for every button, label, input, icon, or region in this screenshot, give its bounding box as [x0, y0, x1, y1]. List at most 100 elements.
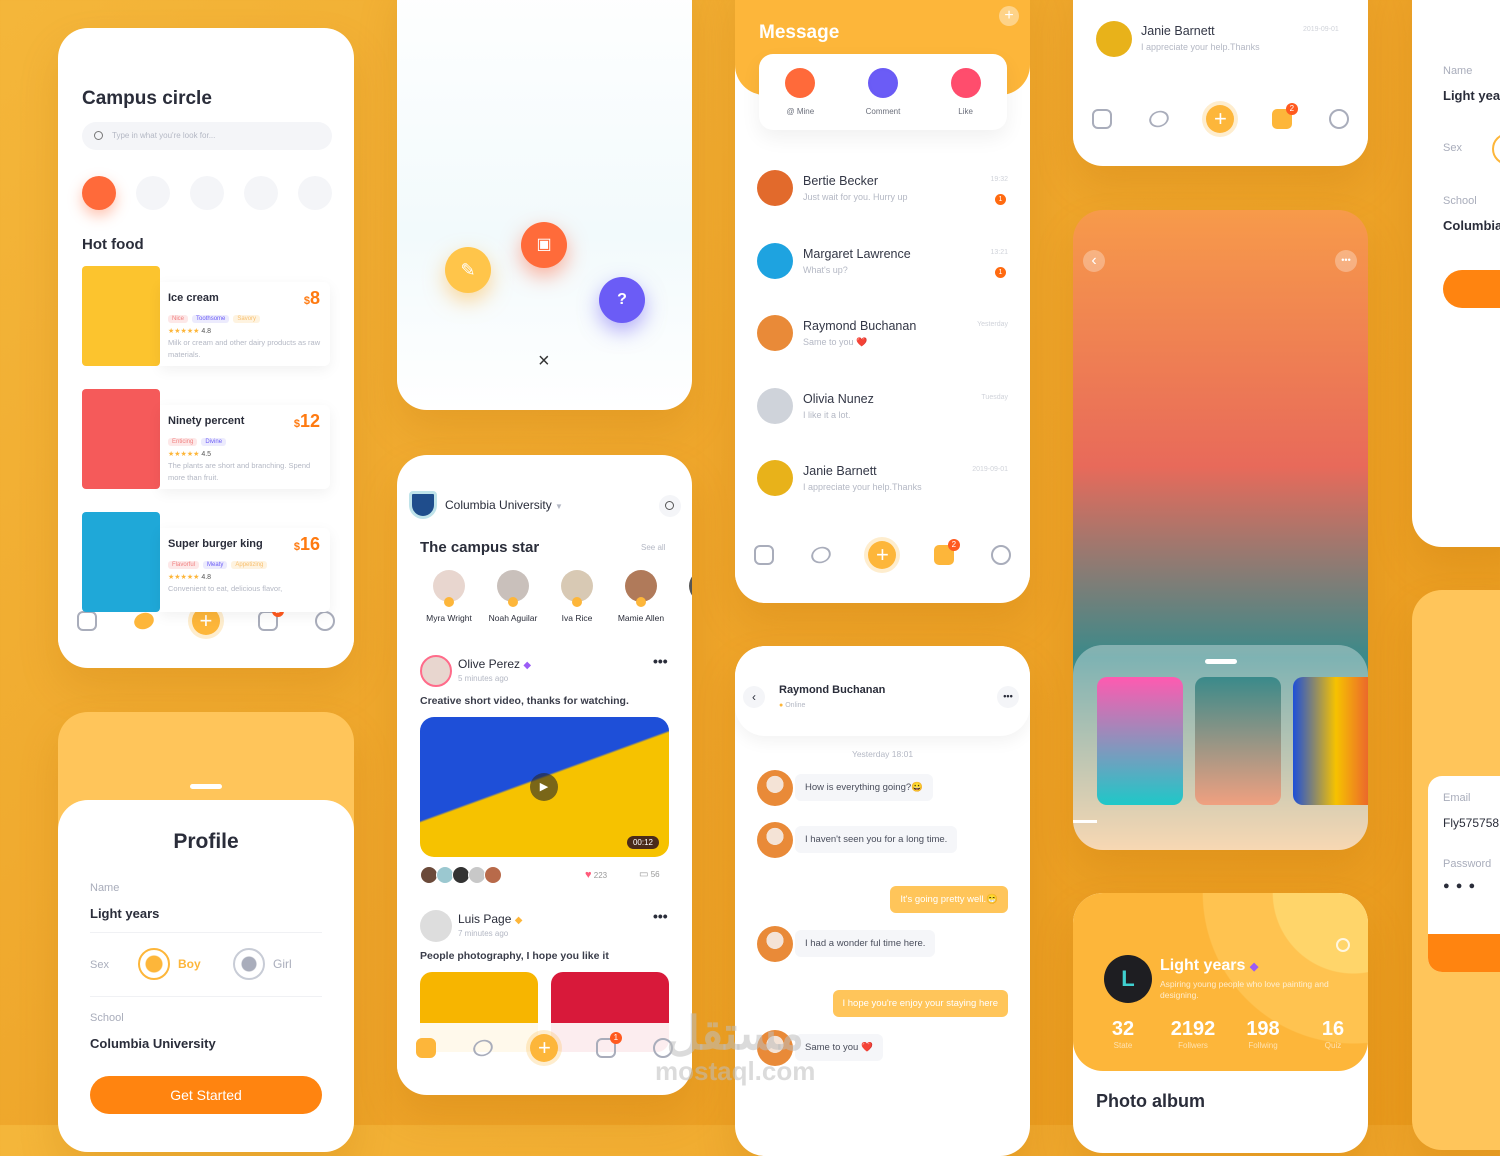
follow-icon[interactable] [636, 597, 646, 607]
campus-star[interactable]: Myra Wright [421, 570, 477, 623]
chat-icon[interactable]: 2 [933, 539, 960, 565]
thumbnail[interactable] [1195, 677, 1281, 805]
campus-star[interactable]: Iva Rice [549, 570, 605, 623]
email-field[interactable]: Fly575758 [1443, 816, 1499, 830]
submit-button[interactable] [1443, 270, 1500, 308]
follow-icon[interactable] [572, 597, 582, 607]
tab-label: @ Mine [786, 107, 815, 116]
divider [90, 932, 322, 933]
stat-quiz[interactable]: 16 Quiz [1303, 1018, 1363, 1050]
planet-icon[interactable] [470, 1037, 496, 1059]
gift-icon[interactable] [244, 176, 278, 210]
contact-name: Raymond Buchanan [803, 319, 917, 333]
name-value[interactable]: Light yea [1443, 88, 1500, 103]
unread-badge: 1 [995, 266, 1006, 278]
tab-like[interactable]: Like [936, 68, 996, 116]
food-item[interactable]: Super burger king $16 Flavorful Meaty Appeti… [82, 512, 330, 612]
profile-icon[interactable] [1329, 109, 1350, 129]
more-button[interactable]: ••• [1335, 250, 1357, 272]
profile-icon[interactable] [991, 545, 1012, 565]
school-label: School [90, 1012, 124, 1024]
profile-icon[interactable] [315, 611, 336, 631]
add-button[interactable]: + [999, 6, 1019, 26]
school-value[interactable]: Columbia [1443, 218, 1500, 233]
sex-option[interactable] [1492, 133, 1500, 165]
food-item[interactable]: Ninety percent $12 Enticing Divine ★★★★★ 4.5… [82, 389, 330, 489]
stat-follwers[interactable]: 2192 Follwers [1163, 1018, 1223, 1050]
chat-icon[interactable]: 2 [1271, 103, 1298, 129]
more-icon[interactable]: ••• [653, 908, 668, 924]
school-selector[interactable]: Columbia University ▼ [445, 498, 563, 512]
search-button[interactable] [659, 495, 681, 517]
stat-state[interactable]: 32 State [1093, 1018, 1153, 1050]
sex-option-girl[interactable]: Girl [233, 948, 292, 980]
settings-icon[interactable] [1336, 938, 1350, 952]
back-button[interactable]: ‹ [1083, 250, 1105, 272]
heart-icon[interactable] [298, 176, 332, 210]
more-button[interactable]: ••• [997, 686, 1019, 708]
bag-icon[interactable] [136, 176, 170, 210]
scroll-indicator[interactable] [1073, 820, 1097, 823]
add-button[interactable]: + [868, 541, 897, 569]
campus-star[interactable]: Ea [677, 570, 692, 623]
add-button[interactable]: + [1206, 105, 1235, 133]
school-label: School [1443, 195, 1477, 207]
home-icon[interactable] [1091, 109, 1112, 129]
video-thumbnail[interactable]: ▶ 00:12 [420, 717, 669, 857]
stat-value: 2192 [1170, 1018, 1216, 1040]
contact-name: Janie Barnett [1141, 24, 1215, 38]
home-icon[interactable] [753, 545, 774, 565]
category-row [82, 176, 332, 210]
name-label: Name [1443, 65, 1473, 77]
tag-list: Flavorful Meaty Appetizing [168, 553, 322, 571]
school-value[interactable]: Columbia University [90, 1036, 216, 1051]
search-input[interactable]: Type in what you're look for... [82, 122, 332, 150]
name-value[interactable]: Light years [90, 906, 159, 921]
food-icon[interactable] [82, 176, 116, 210]
food-item[interactable]: Ice cream $8 Nice Toothsome Savory ★★★★★ 4.8 M… [82, 266, 330, 366]
see-all-link[interactable]: See all [641, 543, 665, 552]
home-icon[interactable] [415, 1038, 436, 1058]
more-icon[interactable]: ••• [653, 653, 668, 669]
conversation-item[interactable]: Margaret Lawrence What's up? 13:21 1 [757, 242, 1008, 293]
chat-icon[interactable]: 1 [595, 1032, 622, 1058]
conversation-item[interactable]: Olivia Nunez I like it a lot. Tuesday [757, 387, 1008, 438]
campus-star[interactable]: Mamie Allen [613, 570, 669, 623]
thumbnail[interactable] [1293, 677, 1368, 805]
back-button[interactable]: ‹ [743, 686, 765, 708]
follow-icon[interactable] [508, 597, 518, 607]
conversation-item[interactable]: Raymond Buchanan Same to you ❤️ Yesterday [757, 315, 1008, 365]
tab-comment[interactable]: Comment [853, 68, 913, 116]
add-button[interactable]: + [530, 1034, 559, 1062]
question-button[interactable]: ? [599, 277, 645, 323]
post-text: People photography, I hope you like it [420, 950, 609, 962]
home-icon[interactable] [76, 611, 97, 631]
thumbnail[interactable] [1097, 677, 1183, 805]
publish-button[interactable]: ▣ [521, 222, 567, 268]
conversation-item[interactable]: Bertie Becker Just wait for you. Hurry up… [757, 170, 1008, 220]
food-image [82, 512, 160, 612]
comment-button[interactable]: ▭ 56 [639, 869, 660, 880]
stat-follwing[interactable]: 198 Follwing [1233, 1018, 1293, 1050]
campus-star[interactable]: Noah Aguilar [485, 570, 541, 623]
tab-mine[interactable]: @ Mine [770, 68, 830, 116]
planet-icon[interactable] [132, 610, 157, 632]
message-incoming: How is everything going?😀 [757, 770, 1027, 810]
drag-handle[interactable] [1205, 659, 1237, 664]
conversation-item[interactable]: Janie Barnett I appreciate your help.Than… [757, 460, 1008, 510]
chat-icon[interactable]: 2 [257, 605, 284, 631]
close-icon[interactable]: × [538, 350, 550, 373]
get-started-button[interactable]: Get Started [90, 1076, 322, 1114]
box-icon[interactable] [190, 176, 224, 210]
planet-icon[interactable] [808, 544, 834, 566]
drag-handle[interactable] [190, 784, 222, 789]
login-button[interactable] [1428, 934, 1500, 972]
password-field[interactable]: ● ● ● [1443, 880, 1475, 892]
edit-button[interactable]: ✎ [445, 247, 491, 293]
food-image [82, 266, 160, 366]
planet-icon[interactable] [1146, 108, 1172, 130]
like-button[interactable]: ♥ 223 [585, 869, 607, 881]
sex-option-boy[interactable]: Boy [138, 948, 201, 980]
follow-icon[interactable] [444, 597, 454, 607]
play-button[interactable]: ▶ [530, 773, 558, 801]
